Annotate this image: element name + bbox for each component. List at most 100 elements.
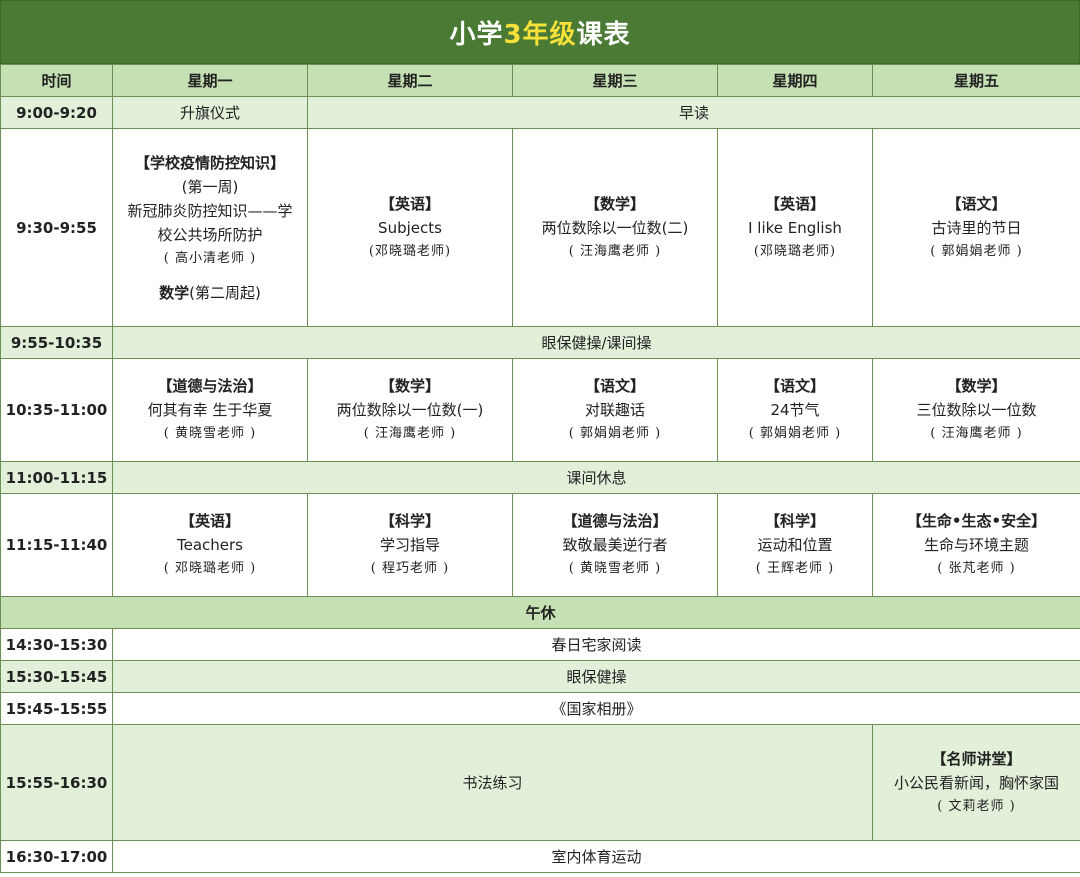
lunch-break: 午休 xyxy=(0,596,1080,629)
subject-label: 【数学】 xyxy=(379,377,440,395)
header-row: 时间 星期一 星期二 星期三 星期四 星期五 xyxy=(0,64,1080,97)
note-label: 数学(第二周起) xyxy=(114,281,307,305)
time-cell: 15:45-15:55 xyxy=(0,692,113,725)
subject-label: 【数学】 xyxy=(946,377,1007,395)
subject-label: 【语文】 xyxy=(764,377,825,395)
week-label: (第一周) xyxy=(181,177,239,196)
class-cell: 【学校疫情防控知识】 (第一周) 新冠肺炎防控知识——学 校公共场所防护 ( 高… xyxy=(112,128,308,327)
table-row: 10:35-11:00 【道德与法治】 何其有幸 生于华夏 ( 黄晓雪老师 ) … xyxy=(0,358,1080,462)
class-cell: 【道德与法治】 何其有幸 生于华夏 ( 黄晓雪老师 ) xyxy=(112,358,308,462)
subject-label: 【道德与法治】 xyxy=(562,512,668,530)
class-cell: 【科学】 学习指导 ( 程巧老师 ) xyxy=(307,493,513,597)
teacher-label: ( 程巧老师 ) xyxy=(370,561,450,576)
table-row: 9:00-9:20 升旗仪式 早读 xyxy=(0,96,1080,129)
eye-exercise: 眼保健操 xyxy=(112,660,1080,693)
schedule-table: 时间 星期一 星期二 星期三 星期四 星期五 9:00-9:20 升旗仪式 早读… xyxy=(0,64,1080,873)
header-thursday: 星期四 xyxy=(717,64,873,97)
class-cell: 【道德与法治】 致敬最美逆行者 ( 黄晓雪老师 ) xyxy=(512,493,718,597)
topic-label: Teachers xyxy=(177,536,243,554)
calligraphy-practice: 书法练习 xyxy=(112,724,873,841)
class-cell: 【数学】 三位数除以一位数 ( 汪海鹰老师 ) xyxy=(872,358,1080,462)
topic-label: 两位数除以一位数(二) xyxy=(541,218,689,237)
class-cell: 【英语】 Teachers ( 邓晓璐老师 ) xyxy=(112,493,308,597)
title-suffix: 课表 xyxy=(576,19,631,50)
national-album: 《国家相册》 xyxy=(112,692,1080,725)
note-subject: 数学 xyxy=(159,283,190,302)
topic-label: 三位数除以一位数 xyxy=(916,401,1037,419)
topic-label: 何其有幸 生于华夏 xyxy=(147,401,273,419)
class-cell: 【生命•生态•安全】 生命与环境主题 ( 张芃老师 ) xyxy=(872,493,1080,597)
subject-label: 【道德与法治】 xyxy=(157,377,263,395)
table-row: 11:15-11:40 【英语】 Teachers ( 邓晓璐老师 ) 【科学】… xyxy=(0,493,1080,597)
header-friday: 星期五 xyxy=(872,64,1080,97)
class-cell: 【语文】 对联趣话 ( 郭娟娟老师 ) xyxy=(512,358,718,462)
table-row: 15:55-16:30 书法练习 【名师讲堂】 小公民看新闻，胸怀家国 ( 文莉… xyxy=(0,724,1080,841)
table-row: 15:45-15:55 《国家相册》 xyxy=(0,692,1080,725)
header-tuesday: 星期二 xyxy=(307,64,513,97)
teacher-label: ( 郭娟娟老师 ) xyxy=(748,426,842,441)
class-cell: 【数学】 两位数除以一位数(二) ( 汪海鹰老师 ) xyxy=(512,128,718,327)
class-cell: 【科学】 运动和位置 ( 王辉老师 ) xyxy=(717,493,873,597)
break-activity: 课间休息 xyxy=(112,461,1080,494)
class-cell: 【数学】 两位数除以一位数(一) ( 汪海鹰老师 ) xyxy=(307,358,513,462)
topic-label: 24节气 xyxy=(770,401,820,419)
subject-label: 【生命•生态•安全】 xyxy=(906,512,1047,530)
time-cell: 11:15-11:40 xyxy=(0,493,113,597)
table-row: 9:55-10:35 眼保健操/课间操 xyxy=(0,326,1080,359)
time-cell: 10:35-11:00 xyxy=(0,358,113,462)
note-text: (第二周起) xyxy=(189,283,261,302)
topic-label: 运动和位置 xyxy=(757,536,833,554)
topic-label: 两位数除以一位数(一) xyxy=(336,401,484,419)
table-row: 15:30-15:45 眼保健操 xyxy=(0,660,1080,693)
teacher-label: ( 汪海鹰老师 ) xyxy=(930,426,1023,441)
class-cell: 【语文】 24节气 ( 郭娟娟老师 ) xyxy=(717,358,873,462)
topic-label: I like English xyxy=(748,218,842,237)
title-grade: 3年级 xyxy=(503,19,577,50)
class-cell: 【英语】 Subjects (邓晓璐老师) xyxy=(307,128,513,327)
break-activity: 眼保健操/课间操 xyxy=(112,326,1080,359)
morning-reading: 早读 xyxy=(307,96,1080,129)
topic-label: 致敬最美逆行者 xyxy=(562,536,668,554)
subject-label: 【数学】 xyxy=(584,194,645,213)
monday-activity: 升旗仪式 xyxy=(112,96,308,129)
teacher-label: ( 黄晓雪老师 ) xyxy=(163,426,257,441)
subject-label: 【语文】 xyxy=(584,377,645,395)
teacher-label: ( 文莉老师 ) xyxy=(937,798,1016,814)
table-row: 11:00-11:15 课间休息 xyxy=(0,461,1080,494)
time-cell: 15:55-16:30 xyxy=(0,724,113,841)
teacher-label: ( 王辉老师 ) xyxy=(755,561,835,576)
title-prefix: 小学 xyxy=(449,19,504,50)
teacher-label: ( 高小清老师 ) xyxy=(163,250,257,266)
time-cell: 15:30-15:45 xyxy=(0,660,113,693)
time-cell: 9:00-9:20 xyxy=(0,96,113,129)
subject-label: 【英语】 xyxy=(379,194,440,213)
subject-label: 【学校疫情防控知识】 xyxy=(134,153,285,172)
table-row: 午休 xyxy=(0,596,1080,629)
teacher-label: ( 郭娟娟老师 ) xyxy=(930,243,1023,259)
topic-label: Subjects xyxy=(378,218,442,237)
header-time: 时间 xyxy=(0,64,113,97)
topic-label: 对联趣话 xyxy=(584,401,645,419)
table-row: 14:30-15:30 春日宅家阅读 xyxy=(0,628,1080,661)
class-cell: 【名师讲堂】 小公民看新闻，胸怀家国 ( 文莉老师 ) xyxy=(872,724,1080,841)
teacher-label: ( 汪海鹰老师 ) xyxy=(568,243,662,259)
time-cell: 9:30-9:55 xyxy=(0,128,113,327)
topic-label: 小公民看新闻，胸怀家国 xyxy=(893,773,1059,792)
time-cell: 9:55-10:35 xyxy=(0,326,113,359)
subject-label: 【名师讲堂】 xyxy=(931,749,1022,768)
indoor-sports: 室内体育运动 xyxy=(112,840,1080,873)
subject-label: 【科学】 xyxy=(379,512,440,530)
teacher-label: ( 黄晓雪老师 ) xyxy=(568,561,662,576)
page-title: 小学 3年级 课表 xyxy=(0,0,1080,64)
class-cell: 【语文】 古诗里的节日 ( 郭娟娟老师 ) xyxy=(872,128,1080,327)
teacher-label: ( 郭娟娟老师 ) xyxy=(568,426,662,441)
time-cell: 16:30-17:00 xyxy=(0,840,113,873)
time-cell: 11:00-11:15 xyxy=(0,461,113,494)
teacher-label: ( 邓晓璐老师 ) xyxy=(163,561,257,576)
table-row: 9:30-9:55 【学校疫情防控知识】 (第一周) 新冠肺炎防控知识——学 校… xyxy=(0,128,1080,327)
teacher-label: (邓晓璐老师) xyxy=(753,243,837,259)
subject-label: 【语文】 xyxy=(946,194,1007,213)
header-monday: 星期一 xyxy=(112,64,308,97)
topic-label: 古诗里的节日 xyxy=(931,218,1022,237)
teacher-label: (邓晓璐老师) xyxy=(368,243,452,259)
